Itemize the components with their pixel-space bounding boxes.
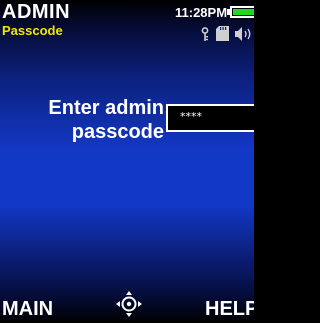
status-icons <box>0 23 254 45</box>
battery-icon <box>230 6 254 18</box>
admin-passcode-screen: ADMIN Passcode 11:28PM Enter admin passc… <box>0 0 254 323</box>
sd-card-icon <box>216 26 229 41</box>
prompt-line-1: Enter admin <box>48 97 164 119</box>
speaker-icon <box>235 27 251 41</box>
prompt-line-2: passcode <box>71 121 164 143</box>
screen-title: ADMIN <box>2 1 71 23</box>
battery-level <box>233 9 254 15</box>
passcode-prompt: Enter admin passcode <box>48 96 164 144</box>
key-icon <box>201 27 209 41</box>
clock-time: 11:28PM <box>175 5 228 20</box>
navigation-pad-icon[interactable] <box>116 291 142 317</box>
help-softkey[interactable]: HELP <box>205 297 254 321</box>
passcode-field[interactable]: **** <box>166 104 254 132</box>
main-softkey[interactable]: MAIN <box>2 297 53 321</box>
